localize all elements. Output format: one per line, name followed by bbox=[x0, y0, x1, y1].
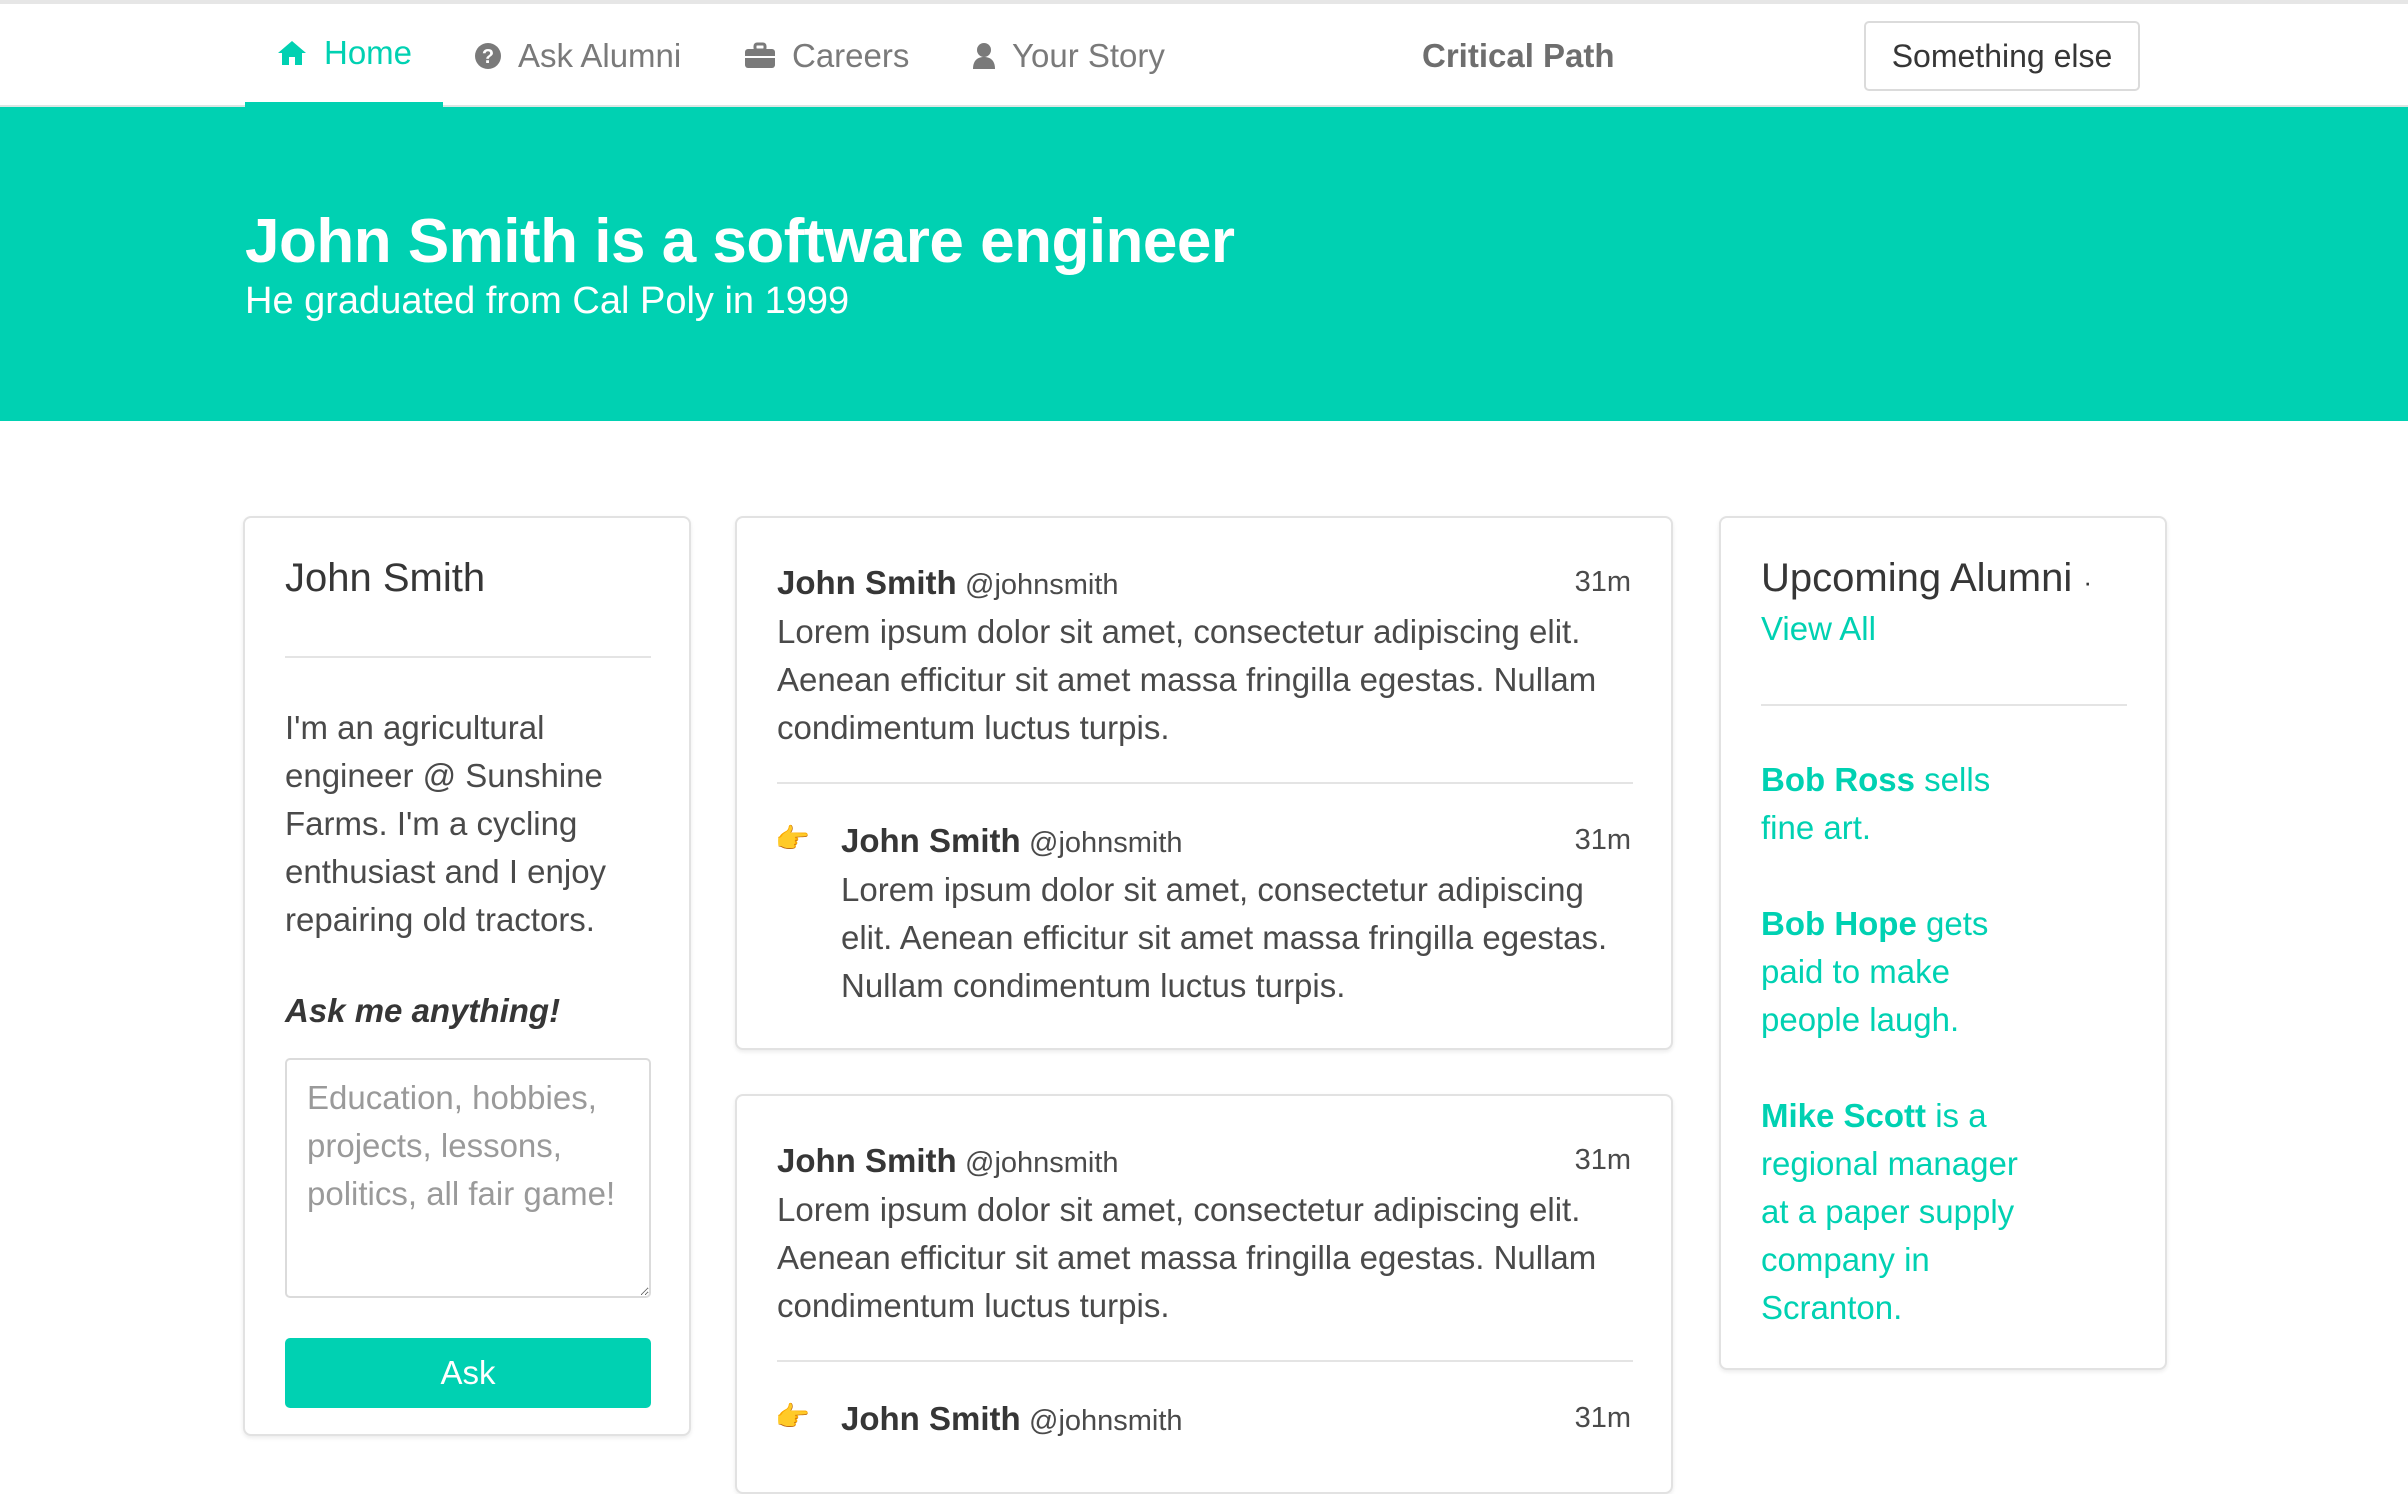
hero-subtitle: He graduated from Cal Poly in 1999 bbox=[245, 280, 850, 322]
nav-tab-ask-alumni[interactable]: ? Ask Alumni bbox=[474, 4, 681, 107]
nav-tab-careers[interactable]: Careers bbox=[744, 4, 909, 107]
feed-post-card: John Smith @johnsmith 31m Lorem ipsum do… bbox=[735, 1094, 1673, 1494]
profile-name: John Smith bbox=[285, 556, 486, 600]
post-body: Lorem ipsum dolor sit amet, consectetur … bbox=[777, 1191, 1597, 1324]
reply-time: 31m bbox=[1574, 824, 1631, 856]
post-divider bbox=[777, 1360, 1633, 1362]
pointing-hand-icon: 👉 bbox=[775, 823, 810, 854]
nav-tab-your-story-label: Your Story bbox=[1012, 36, 1165, 74]
view-all-link[interactable]: View All bbox=[1761, 610, 1876, 648]
post-time: 31m bbox=[1574, 1144, 1631, 1176]
top-navbar: Home ? Ask Alumni Careers Your Story Cri… bbox=[0, 4, 2408, 107]
hero-banner: John Smith is a software engineer He gra… bbox=[0, 107, 2408, 421]
svg-text:?: ? bbox=[482, 46, 494, 68]
reply-author[interactable]: John Smith bbox=[841, 1400, 1021, 1438]
post-divider bbox=[777, 782, 1633, 784]
alumni-item[interactable]: Mike Scott is a regional manager at a pa… bbox=[1761, 1092, 2031, 1332]
reply-body: Lorem ipsum dolor sit amet, consectetur … bbox=[841, 871, 1608, 1004]
alumni-name: Bob Ross bbox=[1761, 761, 1916, 798]
profile-bio: I'm an agricultural engineer @ Sunshine … bbox=[285, 709, 607, 938]
post-author[interactable]: John Smith bbox=[777, 1142, 957, 1180]
ask-button[interactable]: Ask bbox=[285, 1338, 651, 1408]
brand-name[interactable]: Critical Path bbox=[1422, 4, 1615, 107]
alumni-item[interactable]: Bob Hope gets paid to make people laugh. bbox=[1761, 900, 2031, 1044]
upcoming-alumni-title-text: Upcoming Alumni bbox=[1761, 556, 2073, 600]
profile-card: John Smith I'm an agricultural engineer … bbox=[243, 516, 691, 1436]
alumni-name: Mike Scott bbox=[1761, 1097, 1927, 1134]
briefcase-icon bbox=[745, 42, 775, 68]
upcoming-divider bbox=[1761, 704, 2127, 706]
nav-tab-ask-alumni-label: Ask Alumni bbox=[518, 36, 682, 74]
post-author[interactable]: John Smith bbox=[777, 564, 957, 602]
alumni-name: Bob Hope bbox=[1761, 905, 1917, 942]
upcoming-alumni-title: Upcoming Alumni · bbox=[1761, 556, 2092, 601]
post-handle[interactable]: @johnsmith bbox=[965, 1147, 1119, 1180]
nav-tab-home[interactable]: Home bbox=[245, 4, 443, 107]
something-else-button[interactable]: Something else bbox=[1864, 21, 2140, 91]
upcoming-alumni-card: Upcoming Alumni · View All Bob Ross sell… bbox=[1719, 516, 2167, 1370]
post-handle[interactable]: @johnsmith bbox=[965, 569, 1119, 602]
profile-divider bbox=[285, 656, 651, 658]
reply-time: 31m bbox=[1574, 1402, 1631, 1434]
nav-tab-careers-label: Careers bbox=[792, 36, 910, 74]
nav-tab-your-story[interactable]: Your Story bbox=[972, 4, 1165, 107]
reply-author[interactable]: John Smith bbox=[841, 822, 1021, 860]
pointing-hand-icon: 👉 bbox=[775, 1401, 810, 1432]
nav-tab-home-label: Home bbox=[324, 34, 413, 71]
alumni-item[interactable]: Bob Ross sells fine art. bbox=[1761, 756, 2031, 852]
reply-handle[interactable]: @johnsmith bbox=[1029, 827, 1183, 860]
user-icon bbox=[973, 42, 995, 69]
title-separator: · bbox=[2083, 567, 2093, 597]
post-body: Lorem ipsum dolor sit amet, consectetur … bbox=[777, 613, 1597, 746]
ask-heading: Ask me anything! bbox=[285, 992, 561, 1029]
feed-post-card: John Smith @johnsmith 31m Lorem ipsum do… bbox=[735, 516, 1673, 1050]
home-icon bbox=[278, 41, 306, 65]
post-time: 31m bbox=[1574, 566, 1631, 598]
ask-question-textarea[interactable] bbox=[285, 1058, 651, 1298]
hero-title: John Smith is a software engineer bbox=[245, 207, 1235, 276]
question-circle-icon: ? bbox=[475, 42, 501, 69]
